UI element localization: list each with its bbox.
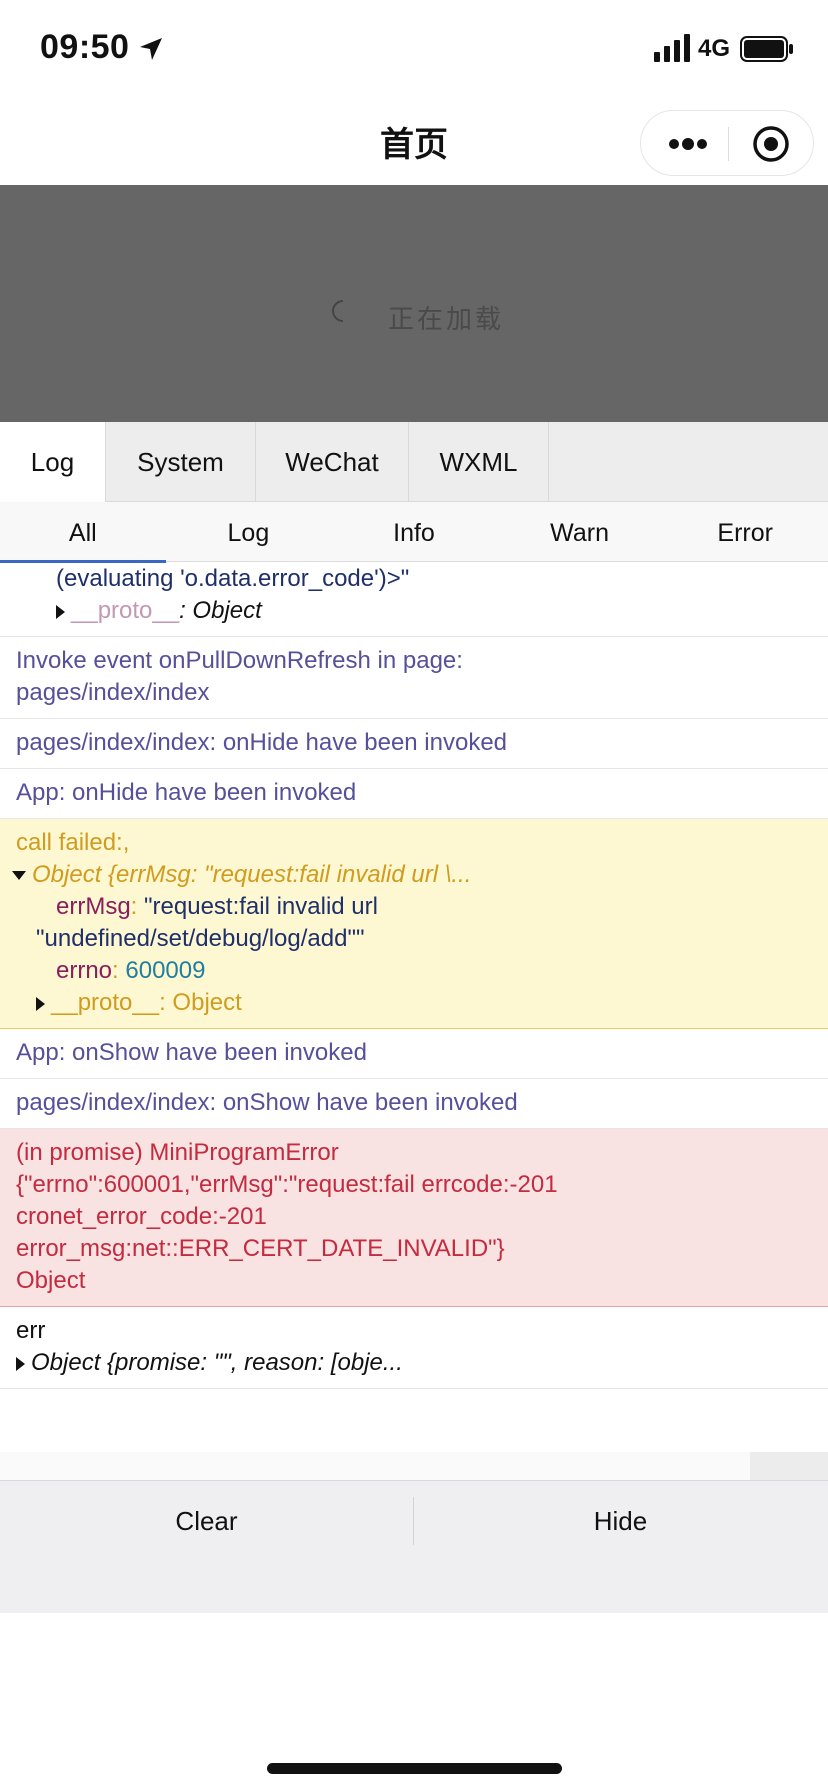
field-key: errMsg: [56, 893, 131, 920]
object-summary: Object {promise: "", reason: [obje...: [31, 1349, 403, 1376]
scrollbar-thumb[interactable]: [750, 1452, 828, 1480]
loading-text: 正在加载: [388, 305, 505, 335]
error-entry: (in promise) MiniProgramError {"errno":6…: [0, 1129, 828, 1307]
log-line: pages/index/index: onHide have been invo…: [16, 729, 508, 756]
object-field-row: errMsg: "request:fail invalid url: [56, 893, 378, 920]
field-value: 600009: [125, 957, 206, 984]
proto-value: : Object: [159, 989, 242, 1016]
log-line: (in promise) MiniProgramError: [16, 1139, 339, 1166]
filter-error[interactable]: Error: [662, 502, 828, 561]
log-line: call failed:,: [16, 829, 130, 856]
log-entry: (evaluating 'o.data.error_code')>" __pro…: [0, 563, 828, 637]
proto-key: __proto__: [71, 597, 180, 624]
log-entry: App: onShow have been invoked: [0, 1029, 828, 1079]
log-line: cronet_error_code:-201: [16, 1203, 267, 1230]
location-arrow-icon: [140, 38, 162, 60]
menu-dots-icon[interactable]: [663, 125, 713, 163]
close-circle-icon[interactable]: [751, 124, 791, 164]
status-bar: 09:50 4G: [0, 0, 828, 95]
loading-overlay: 正在加载: [0, 185, 828, 422]
tab-system[interactable]: System: [106, 422, 256, 502]
log-line: Invoke event onPullDownRefresh in page:: [16, 647, 463, 674]
log-entry: pages/index/index: onHide have been invo…: [0, 719, 828, 769]
log-list[interactable]: (evaluating 'o.data.error_code')>" __pro…: [0, 563, 828, 1480]
proto-row[interactable]: __proto__: Object: [16, 987, 812, 1019]
filter-log[interactable]: Log: [166, 502, 332, 561]
nav-bar: 首页: [0, 95, 828, 185]
log-line: Object: [16, 1267, 86, 1294]
proto-value: : Object: [179, 597, 262, 624]
field-value: "request:fail invalid url: [144, 893, 378, 920]
proto-row[interactable]: __proto__: Object: [16, 595, 812, 627]
tab-wxml[interactable]: WXML: [409, 422, 549, 502]
capsule-menu: [640, 110, 814, 176]
log-entry: App: onHide have been invoked: [0, 769, 828, 819]
home-indicator[interactable]: [267, 1763, 562, 1774]
signal-icon: [654, 34, 690, 62]
filter-info[interactable]: Info: [331, 502, 497, 561]
vconsole-toolbar: Clear Hide: [0, 1480, 828, 1613]
filter-all[interactable]: All: [0, 502, 166, 563]
tab-log[interactable]: Log: [0, 422, 106, 502]
log-line: error_msg:net::ERR_CERT_DATE_INVALID"}: [16, 1235, 505, 1262]
proto-key: __proto__: [51, 989, 160, 1016]
object-summary-row[interactable]: Object {promise: "", reason: [obje...: [16, 1347, 812, 1379]
status-time: 09:50: [40, 28, 130, 66]
tab-wechat[interactable]: WeChat: [256, 422, 409, 502]
collapse-triangle-icon[interactable]: [12, 871, 26, 881]
battery-icon: [740, 36, 793, 62]
log-entry: err Object {promise: "", reason: [obje..…: [0, 1307, 828, 1389]
log-line: pages/index/index: onShow have been invo…: [16, 1089, 518, 1116]
network-label: 4G: [698, 35, 731, 62]
log-line: pages/index/index: [16, 679, 210, 706]
expand-triangle-icon[interactable]: [56, 604, 65, 619]
object-summary: Object {errMsg: "request:fail invalid ur…: [32, 861, 472, 888]
log-filter-tabs: All Log Info Warn Error: [0, 502, 828, 563]
warn-entry: call failed:, Object {errMsg: "request:f…: [0, 819, 828, 1029]
log-line: (evaluating 'o.data.error_code')>": [56, 565, 410, 592]
log-line: {"errno":600001,"errMsg":"request:fail e…: [16, 1171, 558, 1198]
filter-warn[interactable]: Warn: [497, 502, 663, 561]
hide-button[interactable]: Hide: [414, 1481, 827, 1561]
clear-button[interactable]: Clear: [0, 1481, 413, 1561]
object-summary-row[interactable]: Object {errMsg: "request:fail invalid ur…: [12, 859, 812, 891]
field-value-continued: "undefined/set/debug/log/add"": [36, 925, 365, 952]
log-line: err: [16, 1317, 46, 1344]
vconsole-main-tabs: Log System WeChat WXML: [0, 422, 828, 502]
log-line: App: onHide have been invoked: [16, 779, 357, 806]
loading-spinner-icon: [332, 300, 344, 322]
log-entry: Invoke event onPullDownRefresh in page: …: [0, 637, 828, 719]
log-line: App: onShow have been invoked: [16, 1039, 367, 1066]
expand-triangle-icon[interactable]: [16, 1356, 25, 1371]
object-field-row: errno: 600009: [56, 957, 206, 984]
log-entry: pages/index/index: onShow have been invo…: [0, 1079, 828, 1129]
capsule-divider: [728, 127, 729, 161]
expand-triangle-icon[interactable]: [36, 996, 45, 1011]
horizontal-scrollbar[interactable]: [0, 1452, 828, 1480]
field-key: errno: [56, 957, 113, 984]
